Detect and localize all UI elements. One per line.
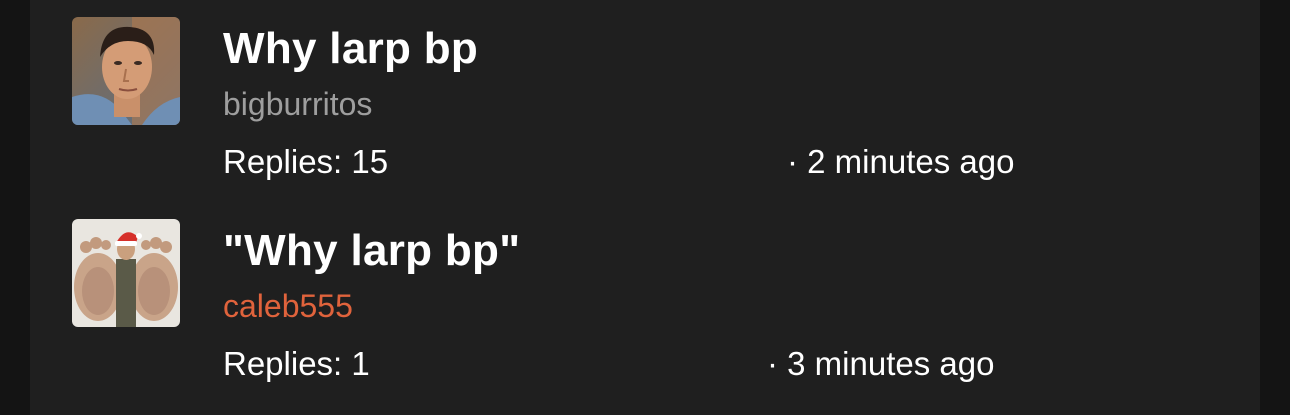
reply-count: Replies: 15 xyxy=(223,143,389,180)
avatar[interactable] xyxy=(72,17,180,125)
thread-author[interactable]: bigburritos xyxy=(223,86,372,123)
reply-count: Replies: 1 xyxy=(223,345,370,382)
avatar[interactable] xyxy=(72,219,180,327)
thread-author[interactable]: caleb555 xyxy=(223,288,353,325)
thread-item[interactable]: "Why larp bp" caleb555 Replies: 1 · 3 mi… xyxy=(30,202,1260,402)
thread-title[interactable]: "Why larp bp" xyxy=(223,226,520,276)
thread-list: Why larp bp bigburritos Replies: 15 · 2 … xyxy=(30,0,1260,415)
user-avatar-santa-hat-icon xyxy=(72,219,180,327)
timestamp: · 2 minutes ago xyxy=(787,143,1015,180)
thread-item[interactable]: Why larp bp bigburritos Replies: 15 · 2 … xyxy=(30,0,1260,200)
timestamp: · 3 minutes ago xyxy=(767,345,995,382)
thread-title[interactable]: Why larp bp xyxy=(223,24,478,74)
user-portrait-avatar-icon xyxy=(72,17,180,125)
